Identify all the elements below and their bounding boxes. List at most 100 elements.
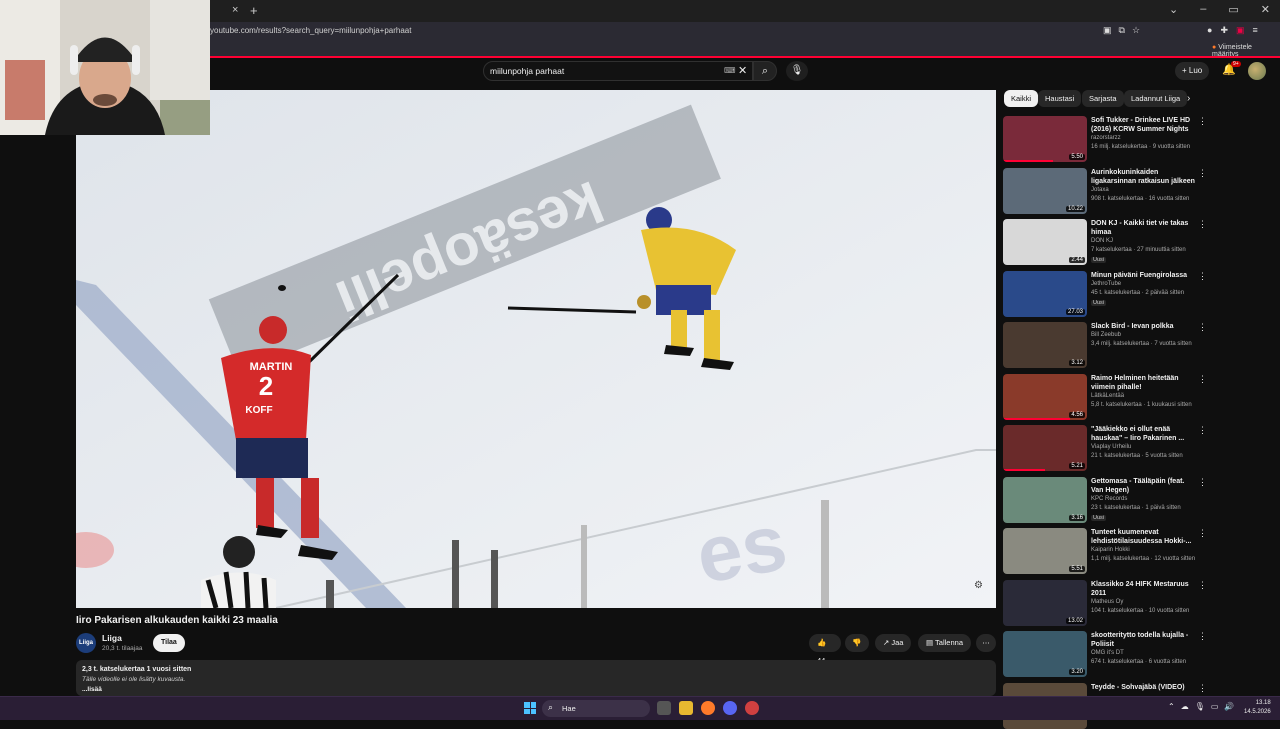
description-box[interactable]: 2,3 t. katselukertaa 1 vuosi sitten Täll… (76, 660, 996, 696)
voice-search-button[interactable]: 🎙 (786, 61, 808, 81)
maximize-button[interactable]: ▭ (1228, 3, 1238, 16)
app-icon[interactable] (745, 701, 759, 715)
recommendation-channel[interactable]: Kaiparin Hokki (1091, 547, 1130, 553)
more-actions-button[interactable]: ⋯ (976, 634, 996, 652)
clear-search-icon[interactable]: ✕ (738, 64, 747, 77)
recommendation-thumbnail[interactable]: 5.51 (1003, 528, 1087, 574)
recommendation-channel[interactable]: Jotaxa (1091, 187, 1109, 193)
account-icon[interactable]: ● (1207, 25, 1212, 36)
recommendation-item[interactable]: 13.02 Klassikko 24 HIFK Mestaruus 2011 Mat… (1003, 578, 1213, 626)
more-options-icon[interactable]: ⋮ (1198, 631, 1207, 642)
recommendation-channel[interactable]: JethroTube (1091, 281, 1121, 287)
windows-start-icon[interactable] (524, 702, 536, 714)
recommendation-channel[interactable]: Viaplay Urheilu (1091, 444, 1131, 450)
share-button[interactable]: ↗ Jaa (875, 634, 912, 652)
browser-tab[interactable]: × (210, 2, 250, 22)
recommendation-title[interactable]: "Jääkiekko ei ollut enää hauskaa" – Iiro… (1091, 425, 1196, 443)
recommendation-thumbnail[interactable]: 3.12 (1003, 322, 1087, 368)
menu-icon[interactable]: ≡ (1253, 25, 1258, 36)
chevron-right-icon[interactable]: › (1187, 93, 1190, 104)
recommendation-thumbnail[interactable]: 3.20 (1003, 631, 1087, 677)
create-button[interactable]: + Luo (1175, 62, 1210, 80)
taskbar-search[interactable]: ⌕ Hae (542, 700, 650, 717)
recommendation-title[interactable]: Minun päiväni Fuengirolassa (1091, 271, 1196, 280)
recommendation-title[interactable]: Tunteet kuumenevat lehdistötilaisuudessa… (1091, 528, 1196, 546)
more-options-icon[interactable]: ⋮ (1198, 580, 1207, 591)
recommendation-channel[interactable]: Matheus Oy (1091, 599, 1123, 605)
recommendation-title[interactable]: Teydde - Sohvajäbä (VIDEO) (1091, 683, 1196, 692)
network-icon[interactable]: ▭ (1211, 702, 1219, 711)
chip-uploaded-by-liiga[interactable]: Ladannut Liiga (1124, 90, 1188, 107)
keyboard-icon[interactable]: ⌨ (724, 66, 736, 75)
recommendation-channel[interactable]: OMG it's DT (1091, 650, 1124, 656)
search-input[interactable]: miilunpohja parhaat (490, 66, 564, 76)
recommendation-channel[interactable]: DON KJ (1091, 238, 1113, 244)
recommendation-item[interactable]: 3.20 skootteritytto todella kujalla - Pol… (1003, 629, 1213, 677)
recommendation-item[interactable]: 5.50 Sofi Tukker - Drinkee LIVE HD (2016)… (1003, 114, 1213, 162)
close-window-button[interactable]: ✕ (1261, 3, 1270, 16)
recommendation-channel[interactable]: razorstarzz (1091, 135, 1121, 141)
picture-in-picture-icon[interactable]: ⧉ (1119, 25, 1125, 36)
file-explorer-icon[interactable] (679, 701, 693, 715)
tab-close-icon[interactable]: × (232, 4, 238, 16)
bookmark-star-icon[interactable]: ☆ (1132, 25, 1140, 36)
task-view-icon[interactable] (657, 701, 671, 715)
search-box[interactable]: miilunpohja parhaat ⌨ ✕ (483, 61, 753, 81)
like-button[interactable]: 👍 44 (809, 634, 841, 665)
more-options-icon[interactable]: ⋮ (1198, 683, 1207, 694)
recommendation-channel[interactable]: KPC Records (1091, 496, 1127, 502)
dislike-button[interactable]: 👎 (845, 634, 869, 652)
chip-from-series[interactable]: Sarjasta (1082, 90, 1124, 107)
reader-view-icon[interactable]: ▣ (1103, 25, 1112, 36)
recommendation-thumbnail[interactable]: 27.03 (1003, 270, 1087, 317)
recommendation-channel[interactable]: LätkäLentää (1091, 393, 1124, 399)
extension-badge-icon[interactable]: ▣ (1236, 25, 1245, 36)
extensions-icon[interactable]: ✚ (1220, 25, 1228, 36)
more-options-icon[interactable]: ⋮ (1198, 271, 1207, 282)
more-options-icon[interactable]: ⋮ (1198, 374, 1207, 385)
more-options-icon[interactable]: ⋮ (1198, 425, 1207, 436)
recommendation-title[interactable]: Slack Bird - Ievan polkka (1091, 322, 1196, 331)
chip-from-search[interactable]: Haustasi (1038, 90, 1082, 107)
recommendation-title[interactable]: DON KJ - Kaikki tiet vie takas himaa (1091, 219, 1196, 237)
recommendation-thumbnail[interactable]: 2.44 (1003, 219, 1087, 265)
channel-avatar[interactable]: Liiga (76, 633, 96, 653)
recommendation-title[interactable]: skootteritytto todella kujalla - Poliisi… (1091, 631, 1196, 649)
save-button[interactable]: ▤ Tallenna (918, 634, 971, 652)
recommendation-channel[interactable]: Bill Zeebub (1091, 332, 1121, 338)
recommendation-title[interactable]: Klassikko 24 HIFK Mestaruus 2011 (1091, 580, 1196, 598)
more-options-icon[interactable]: ⋮ (1198, 528, 1207, 539)
more-options-icon[interactable]: ⋮ (1198, 322, 1207, 333)
recommendation-title[interactable]: Aurinkokuninkaiden ligakarsinnan ratkais… (1091, 168, 1196, 186)
more-options-icon[interactable]: ⋮ (1198, 116, 1207, 127)
minimize-button[interactable]: – (1200, 3, 1206, 16)
url-field[interactable]: youtube.com/results?search_query=miilunp… (210, 26, 411, 35)
system-clock[interactable]: 13.18 14.5.2026 (1244, 699, 1271, 717)
recommendation-thumbnail[interactable]: 3.16 (1003, 476, 1087, 523)
subscribe-button[interactable]: Tilaa (153, 634, 185, 652)
recommendation-title[interactable]: Gettomasa - Tääläpäin (feat. Van Hegen) (1091, 477, 1196, 495)
firefox-taskbar-icon[interactable] (701, 701, 715, 715)
recommendation-thumbnail[interactable]: 13.02 (1003, 579, 1087, 626)
chip-all[interactable]: Kaikki (1004, 90, 1039, 107)
recommendation-thumbnail[interactable]: 5.21 (1003, 425, 1087, 471)
new-tab-button[interactable]: + (250, 3, 258, 18)
recommendation-item[interactable]: 5.51 Tunteet kuumenevat lehdistötilaisuud… (1003, 526, 1213, 574)
user-avatar[interactable] (1248, 62, 1266, 80)
discord-icon[interactable] (723, 701, 737, 715)
recommendation-item[interactable]: 5.21 "Jääkiekko ei ollut enää hauskaa" – … (1003, 423, 1213, 471)
recommendation-title[interactable]: Sofi Tukker - Drinkee LIVE HD (2016) KCR… (1091, 116, 1196, 134)
show-more-link[interactable]: ...lisää (82, 686, 102, 693)
recommendation-item[interactable]: 3.12 Slack Bird - Ievan polkka Bill Zeebub… (1003, 320, 1213, 368)
search-button[interactable]: ⌕ (753, 61, 777, 81)
video-player[interactable]: kesäopelli es MARTIN 2 KOFF ⚙ (76, 90, 996, 608)
speaker-icon[interactable]: 🔊 (1224, 702, 1234, 711)
recommendation-title[interactable]: Raimo Helminen heitetään viimein pihalle… (1091, 374, 1196, 392)
recommendation-item[interactable]: 4.56 Raimo Helminen heitetään viimein pih… (1003, 372, 1213, 420)
recommendation-thumbnail[interactable]: 10.22 (1003, 167, 1087, 214)
recommendation-item[interactable]: 10.22 Aurinkokuninkaiden ligakarsinnan ra… (1003, 166, 1213, 214)
channel-name[interactable]: Liiga (102, 633, 122, 643)
more-options-icon[interactable]: ⋮ (1198, 219, 1207, 230)
tray-expand-icon[interactable]: ⌃ (1168, 702, 1175, 711)
recommendation-item[interactable]: 2.44 DON KJ - Kaikki tiet vie takas himaa… (1003, 217, 1213, 265)
